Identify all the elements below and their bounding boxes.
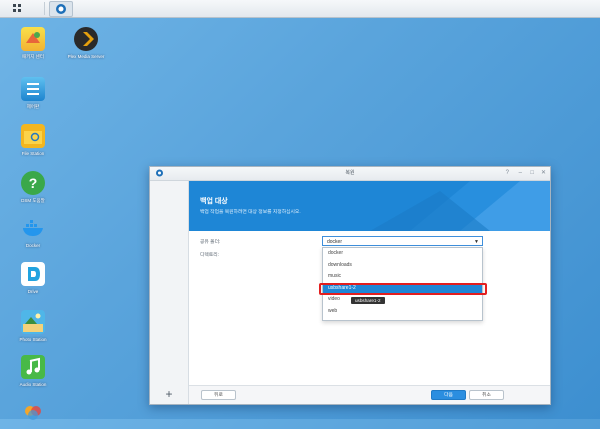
control-panel-icon: [21, 77, 45, 101]
taskbar-separator: [44, 2, 45, 15]
back-button[interactable]: 뒤로: [201, 390, 236, 400]
restore-window: 복원 ? – □ ✕ + 백업 대상 백업 작업을 복원하려면 대상 정보를 지…: [149, 166, 551, 405]
desktop-icon-package-center[interactable]: 패키지 센터: [3, 27, 63, 60]
photo-station-icon: [21, 310, 45, 334]
maximize-icon[interactable]: □: [530, 167, 534, 180]
svg-text:?: ?: [29, 175, 38, 191]
drive-icon: [21, 262, 45, 286]
chevron-down-icon[interactable]: ▼: [474, 237, 479, 247]
desktop-icon-label: Audio Station: [19, 382, 47, 387]
hyper-backup-icon: [56, 4, 66, 14]
taskbar: [0, 0, 600, 18]
close-icon[interactable]: ✕: [541, 167, 546, 180]
wizard-content: 공유 폴더: 디렉토리: docker ▼ docker downloads m…: [189, 231, 550, 386]
desktop-icon-docker[interactable]: Docker: [3, 216, 63, 249]
docker-icon: [21, 216, 45, 240]
header-subtitle: 백업 작업을 복원하려면 대상 정보를 지정하십시오.: [200, 210, 301, 215]
next-button[interactable]: 다음: [431, 390, 466, 400]
desktop-icon-control-panel[interactable]: 제어판: [3, 77, 63, 110]
help-icon: ?: [21, 171, 45, 195]
desktop-icon-audio-station[interactable]: Audio Station: [3, 355, 63, 388]
cancel-button[interactable]: 취소: [469, 390, 504, 400]
file-station-icon: [21, 124, 45, 148]
shared-folder-select[interactable]: docker ▼: [322, 236, 483, 246]
header-title: 백업 대상: [200, 198, 228, 205]
taskbar-app-hyper-backup[interactable]: [49, 1, 73, 17]
desktop-icon-label: Docker: [25, 243, 41, 248]
desktop-icon-label: File Station: [21, 151, 45, 156]
desktop-icon-photo-station[interactable]: Photo Station: [3, 310, 63, 343]
wizard-header: 백업 대상 백업 작업을 복원하려면 대상 정보를 지정하십시오.: [189, 181, 550, 231]
help-icon[interactable]: ?: [506, 167, 509, 180]
desktop-icon-label: 제어판: [26, 104, 40, 109]
audio-station-icon: [21, 355, 45, 379]
desktop-icon-label: Drive: [27, 289, 39, 294]
directory-label: 디렉토리:: [200, 253, 219, 258]
photos-icon: [21, 402, 45, 426]
window-titlebar[interactable]: 복원 ? – □ ✕: [150, 167, 550, 181]
dropdown-option[interactable]: docker: [323, 248, 482, 260]
desktop-icon-label: DSM 도움말: [21, 198, 45, 203]
header-decoration: [370, 181, 550, 231]
desktop-icon-help[interactable]: ? DSM 도움말: [3, 171, 63, 204]
dropdown-option[interactable]: downloads: [323, 260, 482, 272]
selected-value: docker: [327, 239, 343, 245]
desktop-icon-label: Photo Station: [19, 337, 47, 342]
highlight-box: [319, 283, 487, 295]
wizard-footer: 뒤로 다음 취소: [189, 385, 550, 404]
dropdown-option[interactable]: video: [323, 294, 482, 306]
minimize-icon[interactable]: –: [519, 167, 522, 180]
desktop-icon-drive[interactable]: Drive: [3, 262, 63, 295]
desktop-icon-label: Plex Media Server: [67, 54, 105, 59]
shared-folder-label: 공유 폴더:: [200, 240, 221, 245]
package-center-icon: [21, 27, 45, 51]
window-sidebar: +: [150, 181, 189, 404]
desktop-icon-photos[interactable]: [3, 402, 63, 429]
main-menu-button[interactable]: [4, 1, 30, 15]
dropdown-option[interactable]: web: [323, 306, 482, 318]
desktop-icon-label: 패키지 센터: [22, 54, 44, 59]
desktop-icon-file-station[interactable]: File Station: [3, 124, 63, 157]
grid-icon: [13, 4, 21, 12]
add-icon[interactable]: +: [162, 387, 176, 401]
window-title: 복원: [345, 170, 355, 176]
plex-icon: [74, 27, 98, 51]
option-tooltip: usbshare1-2: [351, 297, 385, 304]
desktop-icon-plex[interactable]: Plex Media Server: [56, 27, 116, 60]
dropdown-option[interactable]: music: [323, 271, 482, 283]
